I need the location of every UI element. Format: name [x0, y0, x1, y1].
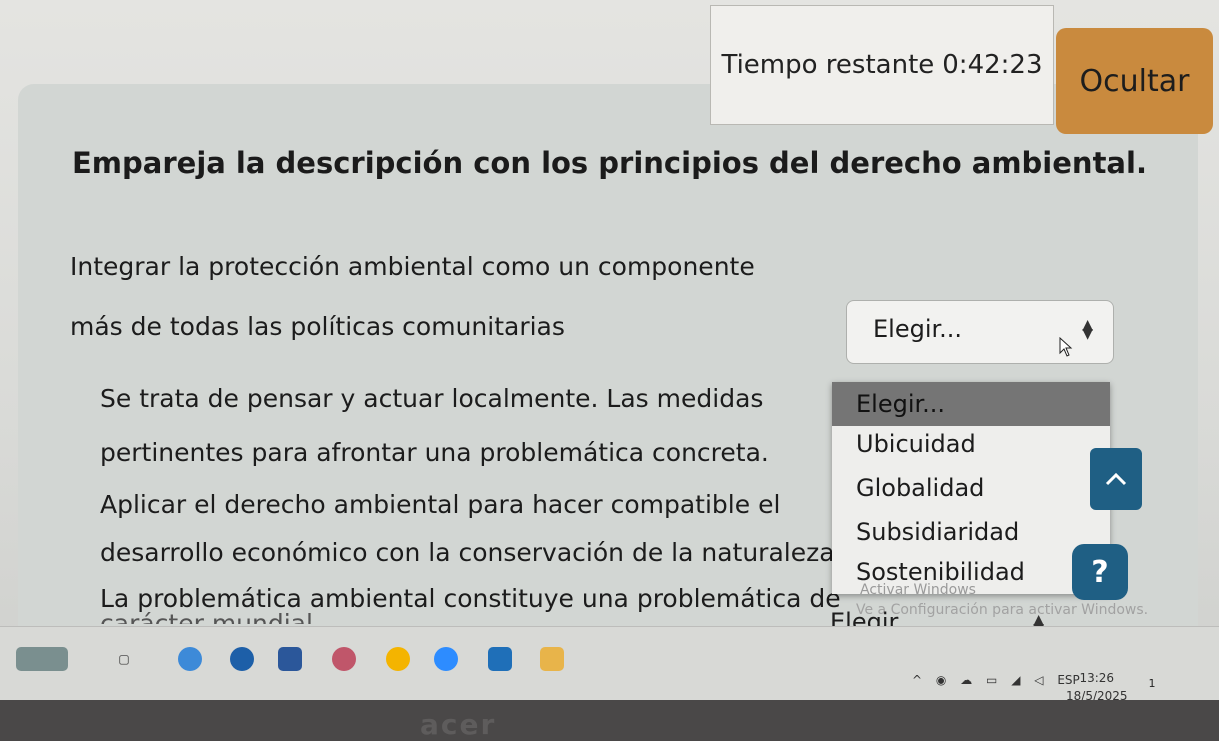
- scroll-up-button[interactable]: [1090, 448, 1142, 510]
- option-subsidiaridad[interactable]: Subsidiaridad: [832, 510, 1110, 554]
- item-2-line-1: Se trata de pensar y actuar localmente. …: [100, 384, 764, 413]
- taskbar: ▢ ^ ◉ ☁ ▭ ◢ ◁ ESP 13:26 18/5/2025 1: [0, 626, 1219, 700]
- timer-box: Tiempo restante 0:42:23: [710, 5, 1054, 125]
- monitor-brand-logo: acer: [420, 708, 497, 741]
- system-tray: ^ ◉ ☁ ▭ ◢ ◁ ESP: [912, 673, 1090, 687]
- item-4-line-2: carácter mundial: [100, 612, 340, 624]
- file-explorer-icon[interactable]: [540, 647, 564, 671]
- widgets-icon[interactable]: [16, 647, 68, 671]
- help-button[interactable]: ?: [1072, 544, 1128, 600]
- chevron-up-icon: [1105, 472, 1127, 486]
- notification-icon[interactable]: 1: [1140, 671, 1164, 695]
- tray-chevron-icon[interactable]: ^: [912, 673, 922, 687]
- screen: Tiempo restante 0:42:23 Ocultar Empareja…: [0, 0, 1219, 700]
- timer-label: Tiempo restante: [721, 50, 935, 80]
- word-icon[interactable]: [278, 647, 302, 671]
- timer-value: 0:42:23: [942, 50, 1043, 80]
- chrome-icon[interactable]: [178, 647, 202, 671]
- zoom-icon[interactable]: [434, 647, 458, 671]
- mouse-cursor-icon: [1059, 336, 1073, 357]
- item-3-line-1: Aplicar el derecho ambiental para hacer …: [100, 490, 781, 519]
- clock[interactable]: 13:26 18/5/2025: [1066, 669, 1128, 700]
- option-placeholder[interactable]: Elegir...: [832, 382, 1110, 426]
- browser-icon[interactable]: [386, 647, 410, 671]
- volume-icon[interactable]: ◁: [1034, 673, 1043, 687]
- item-1-line-1: Integrar la protección ambiental como un…: [70, 252, 755, 281]
- option-globalidad[interactable]: Globalidad: [832, 466, 1110, 510]
- help-icon: ?: [1091, 554, 1109, 590]
- outlook-icon[interactable]: [488, 647, 512, 671]
- clock-time: 13:26: [1079, 671, 1115, 685]
- option-ubicuidad[interactable]: Ubicuidad: [832, 422, 1110, 466]
- task-view-icon[interactable]: ▢: [112, 647, 136, 671]
- answer-dropdown[interactable]: Elegir... Ubicuidad Globalidad Subsidiar…: [832, 382, 1110, 594]
- answer-select-1[interactable]: Elegir... ▲ ▼: [846, 300, 1114, 364]
- edge-icon[interactable]: [230, 647, 254, 671]
- tray-app-icon[interactable]: ◉: [936, 673, 946, 687]
- item-4-line-1: La problemática ambiental constituye una…: [100, 584, 841, 613]
- updown-arrows-icon: ▲▼: [1082, 317, 1093, 342]
- item-3-line-2: desarrollo económico con la conservación…: [100, 538, 843, 567]
- wifi-icon[interactable]: ◢: [1011, 673, 1020, 687]
- tray-onedrive-icon[interactable]: ☁: [960, 673, 972, 687]
- select-1-value: Elegir...: [873, 315, 963, 343]
- app-icon[interactable]: [332, 647, 356, 671]
- battery-icon[interactable]: ▭: [986, 673, 997, 687]
- clock-date: 18/5/2025: [1066, 689, 1128, 700]
- item-2-line-2: pertinentes para afrontar una problemáti…: [100, 438, 769, 467]
- item-1-line-2: más de todas las políticas comunitarias: [70, 312, 565, 341]
- hide-timer-button[interactable]: Ocultar: [1056, 28, 1213, 134]
- question-title: Empareja la descripción con los principi…: [72, 146, 1147, 180]
